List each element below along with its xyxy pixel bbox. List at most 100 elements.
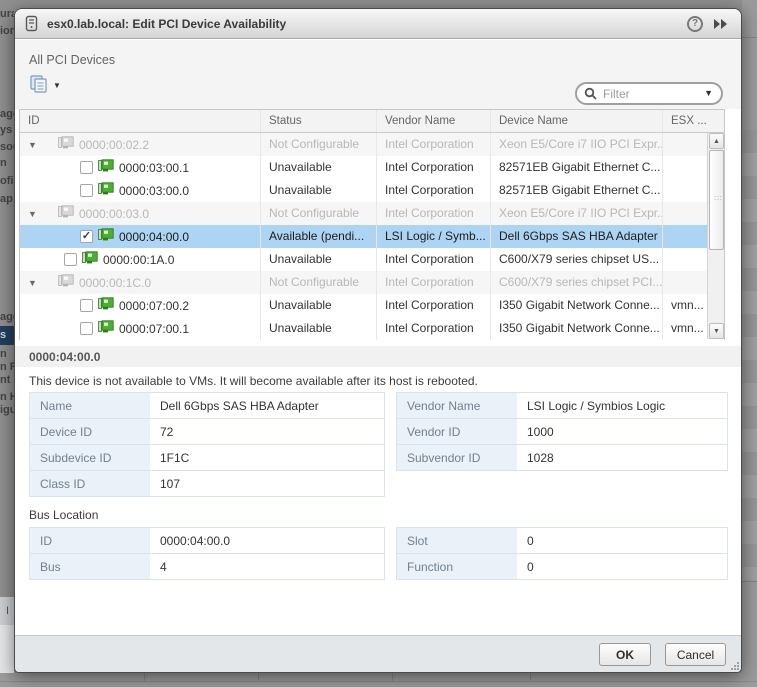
- device-id-cell: 0000:07:00.1: [20, 317, 260, 340]
- status-cell: Not Configurable: [260, 133, 376, 156]
- device-checkbox[interactable]: [80, 299, 93, 312]
- ok-button[interactable]: OK: [599, 643, 651, 666]
- column-header-device-name[interactable]: Device Name: [490, 110, 662, 132]
- column-header-id[interactable]: ID: [20, 110, 260, 132]
- device-checkbox[interactable]: [80, 184, 93, 197]
- detail-value: 4: [160, 560, 167, 574]
- vendor-name-cell: Intel Corporation: [376, 294, 490, 317]
- scrollbar-thumb[interactable]: :::: [709, 150, 724, 250]
- status-cell: Unavailable: [260, 156, 376, 179]
- device-id-label: 0000:07:00.1: [119, 321, 190, 336]
- detail-label: Subdevice ID: [30, 445, 150, 470]
- detail-value: 0: [527, 534, 534, 548]
- detail-label: Function: [397, 554, 517, 579]
- column-header-vendor-name[interactable]: Vendor Name: [376, 110, 490, 132]
- pci-card-icon: [98, 226, 114, 248]
- device-checkbox[interactable]: ✓: [80, 230, 93, 243]
- vertical-scrollbar[interactable]: ▲ ::: ▼: [707, 133, 724, 339]
- background-text-fragment: ofil: [0, 175, 14, 187]
- filter-search-box[interactable]: ▼: [575, 82, 723, 105]
- background-text-fragment: n: [0, 348, 7, 360]
- pci-card-icon: [98, 318, 114, 340]
- background-text-fragment: igu: [0, 404, 14, 416]
- cancel-button[interactable]: Cancel: [665, 643, 726, 666]
- background-text-fragment: age: [0, 311, 14, 323]
- device-id-cell: 0000:03:00.1: [20, 156, 260, 179]
- table-row[interactable]: 0000:03:00.1 Unavailable Intel Corporation…: [20, 156, 724, 179]
- table-row[interactable]: 0000:07:00.1 Unavailable Intel Corporation…: [20, 317, 724, 340]
- detail-value: 1000: [527, 425, 554, 439]
- dialog-body: All PCI Devices ▼ ▼ IDStatusVendor: [15, 40, 741, 635]
- status-cell: Unavailable: [260, 294, 376, 317]
- column-header-status[interactable]: Status: [260, 110, 376, 132]
- table-row[interactable]: ▼ 0000:00:1C.0 Not Configurable Intel Corpo…: [20, 271, 724, 294]
- detail-value: 107: [160, 477, 181, 491]
- vendor-name-cell: LSI Logic / Symb...: [376, 225, 490, 248]
- status-cell: Unavailable: [260, 317, 376, 340]
- vendor-name-cell: Intel Corporation: [376, 179, 490, 202]
- vendor-name-cell: Intel Corporation: [376, 248, 490, 271]
- device-id-label: 0000:00:1A.0: [103, 252, 175, 267]
- pci-card-icon: [98, 319, 114, 332]
- double-arrow-icon[interactable]: [713, 17, 729, 35]
- bus-location-table-right: Slot 0 Function 0: [396, 527, 728, 580]
- filter-input[interactable]: [603, 86, 698, 102]
- scroll-down-button[interactable]: ▼: [709, 323, 724, 339]
- host-icon: [25, 15, 38, 37]
- status-cell: Not Configurable: [260, 202, 376, 225]
- device-name-cell: 82571EB Gigabit Ethernet C...: [490, 179, 662, 202]
- copy-to-clipboard-button[interactable]: ▼: [29, 74, 63, 96]
- vendor-name-cell: Intel Corporation: [376, 133, 490, 156]
- copy-icon: [30, 75, 47, 93]
- device-checkbox[interactable]: [80, 161, 93, 174]
- detail-value: 0000:04:00.0: [160, 534, 231, 548]
- device-info-table-left: Name Dell 6Gbps SAS HBA Adapter Device ID 7…: [29, 392, 385, 497]
- detail-row: Subvendor ID 1028: [397, 445, 727, 471]
- device-id-label: 0000:04:00.0: [119, 229, 190, 244]
- bus-location-heading: Bus Location: [29, 508, 99, 522]
- column-header-esx[interactable]: ESX ...: [662, 110, 724, 132]
- dialog-titlebar[interactable]: esx0.lab.local: Edit PCI Device Availabi…: [15, 9, 741, 39]
- table-row[interactable]: ▼ 0000:00:03.0 Not Configurable Intel Corpo…: [20, 202, 724, 225]
- detail-label: Device ID: [30, 419, 150, 444]
- detail-row: Vendor Name LSI Logic / Symbios Logic: [397, 393, 727, 419]
- device-name-cell: I350 Gigabit Network Conne...: [490, 294, 662, 317]
- device-name-cell: C600/X79 series chipset US...: [490, 248, 662, 271]
- tree-expand-icon[interactable]: ▼: [28, 134, 38, 156]
- detail-label: Class ID: [30, 471, 150, 496]
- table-row[interactable]: 0000:07:00.2 Unavailable Intel Corporation…: [20, 294, 724, 317]
- table-row[interactable]: ▼ 0000:00:02.2 Not Configurable Intel Corpo…: [20, 133, 724, 156]
- background-text-fragment: n H: [0, 391, 14, 403]
- device-id-cell: ▼ 0000:00:1C.0: [20, 271, 260, 294]
- detail-value: Dell 6Gbps SAS HBA Adapter: [160, 399, 319, 413]
- device-availability-note: This device is not available to VMs. It …: [29, 374, 478, 388]
- pci-card-icon: [58, 203, 74, 225]
- detail-row: Device ID 72: [30, 419, 384, 445]
- detail-label: ID: [30, 528, 150, 553]
- device-id-label: 0000:03:00.0: [119, 183, 190, 198]
- device-checkbox[interactable]: [64, 253, 77, 266]
- table-row[interactable]: 0000:00:1A.0 Unavailable Intel Corporation…: [20, 248, 724, 271]
- detail-label: Vendor ID: [397, 419, 517, 444]
- pci-card-icon: [98, 180, 114, 202]
- background-text-fragment: n: [0, 157, 7, 169]
- table-row[interactable]: ✓ 0000:04:00.0 Available (pendi... LSI Logi…: [20, 225, 724, 248]
- resize-grip[interactable]: [730, 661, 739, 670]
- background-text-fragment: ys: [0, 124, 13, 136]
- status-cell: Unavailable: [260, 248, 376, 271]
- table-row[interactable]: 0000:03:00.0 Unavailable Intel Corporation…: [20, 179, 724, 202]
- dialog-title: esx0.lab.local: Edit PCI Device Availabi…: [47, 17, 287, 31]
- pci-card-icon: [58, 273, 74, 286]
- device-checkbox[interactable]: [80, 322, 93, 335]
- scroll-up-button[interactable]: ▲: [709, 133, 724, 149]
- device-id-cell: ▼ 0000:00:03.0: [20, 202, 260, 225]
- pci-card-icon: [58, 204, 74, 217]
- thumb-grip-icon: :::: [714, 195, 723, 202]
- help-icon[interactable]: ?: [687, 16, 703, 32]
- device-name-cell: C600/X79 series chipset PCI...: [490, 271, 662, 294]
- filter-dropdown-icon[interactable]: ▼: [704, 88, 713, 98]
- background-text-fragment: ura: [0, 8, 14, 20]
- tree-expand-icon[interactable]: ▼: [28, 203, 38, 225]
- tree-expand-icon[interactable]: ▼: [28, 272, 38, 294]
- vendor-name-cell: Intel Corporation: [376, 202, 490, 225]
